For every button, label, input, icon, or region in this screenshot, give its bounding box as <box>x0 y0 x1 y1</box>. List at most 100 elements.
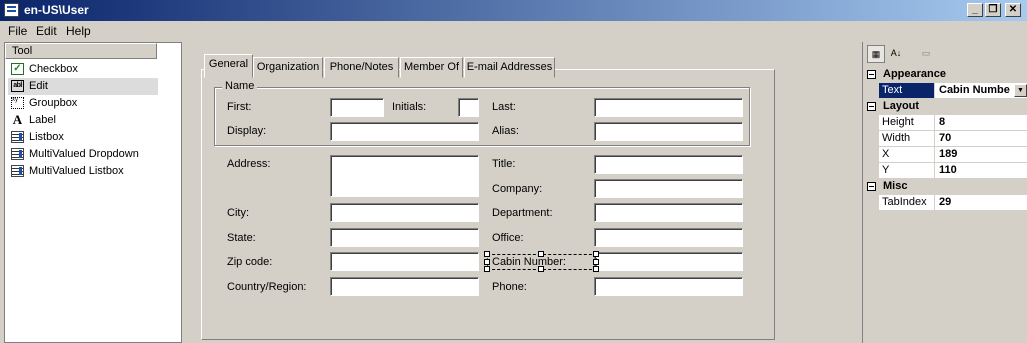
tool-item-label: Checkbox <box>29 63 78 75</box>
property-row-height[interactable]: Height 8 <box>879 115 1027 131</box>
tool-item-label: Groupbox <box>29 97 78 109</box>
resize-handle[interactable] <box>484 251 490 257</box>
property-row-text[interactable]: Text Cabin Numbe ▼ <box>879 83 1027 99</box>
property-name: Height <box>879 115 935 130</box>
restore-button[interactable]: ❐ <box>985 3 1001 17</box>
property-row-y[interactable]: Y 110 <box>879 163 1027 179</box>
title-bar: en-US\User _ ❐ ✕ <box>0 0 1027 21</box>
menu-edit[interactable]: Edit <box>36 24 57 38</box>
category-label: Appearance <box>883 68 946 80</box>
company-field[interactable] <box>594 179 743 198</box>
category-appearance[interactable]: Appearance <box>865 67 1027 83</box>
tool-item-multivalued-listbox[interactable]: MultiValued Listbox <box>8 163 158 180</box>
resize-handle[interactable] <box>593 259 599 265</box>
resize-handle[interactable] <box>538 251 544 257</box>
property-row-x[interactable]: X 189 <box>879 147 1027 163</box>
zip-label: Zip code: <box>227 256 273 268</box>
department-label: Department: <box>492 207 553 219</box>
category-misc[interactable]: Misc <box>865 179 1027 195</box>
menu-file[interactable]: File <box>8 24 27 38</box>
display-field[interactable] <box>330 122 479 141</box>
alias-label: Alias: <box>492 125 519 137</box>
office-field[interactable] <box>594 228 743 247</box>
last-field[interactable] <box>594 98 743 117</box>
tool-item-multivalued-dropdown[interactable]: MultiValued Dropdown <box>8 146 158 163</box>
property-name: Text <box>879 83 935 98</box>
listbox-icon <box>11 131 24 143</box>
multivalued-dropdown-icon <box>11 148 24 160</box>
tab-phone-notes[interactable]: Phone/Notes <box>324 57 399 78</box>
tool-item-groupbox[interactable]: xy Groupbox <box>8 95 158 112</box>
state-label: State: <box>227 232 256 244</box>
last-label: Last: <box>492 101 516 113</box>
first-label: First: <box>227 101 252 113</box>
property-value[interactable]: 8 <box>937 115 1027 130</box>
category-layout[interactable]: Layout <box>865 99 1027 115</box>
alias-field[interactable] <box>594 122 743 141</box>
initials-label: Initials: <box>392 101 427 113</box>
collapse-icon[interactable] <box>867 70 876 79</box>
property-value[interactable]: 29 <box>937 195 1027 210</box>
tool-item-edit[interactable]: abl Edit <box>8 78 158 95</box>
multivalued-listbox-icon <box>11 165 24 177</box>
resize-handle[interactable] <box>484 259 490 265</box>
state-field[interactable] <box>330 228 479 247</box>
country-field[interactable] <box>330 277 479 296</box>
property-grid: ▦ A↓ ▭ Appearance Text Cabin Numbe ▼ Lay… <box>862 42 1027 343</box>
window-title: en-US\User <box>24 3 89 17</box>
property-row-width[interactable]: Width 70 <box>879 131 1027 147</box>
city-field[interactable] <box>330 203 479 222</box>
city-label: City: <box>227 207 249 219</box>
department-field[interactable] <box>594 203 743 222</box>
resize-handle[interactable] <box>593 266 599 272</box>
company-label: Company: <box>492 183 543 195</box>
name-group-label: Name <box>222 80 258 92</box>
office-label: Office: <box>492 232 524 244</box>
tool-item-label: Label <box>29 114 56 126</box>
title-field[interactable] <box>594 155 743 174</box>
phone-label: Phone: <box>492 281 527 293</box>
tool-item-checkbox[interactable]: ✓ Checkbox <box>8 61 158 78</box>
menu-help[interactable]: Help <box>66 24 91 38</box>
tool-item-label: MultiValued Dropdown <box>29 148 139 160</box>
category-label: Layout <box>883 100 920 112</box>
first-field[interactable] <box>330 98 384 117</box>
phone-field[interactable] <box>594 277 743 296</box>
property-value[interactable]: 70 <box>937 131 1027 146</box>
property-name: X <box>879 147 935 162</box>
property-name: TabIndex <box>879 195 935 210</box>
property-row-tabindex[interactable]: TabIndex 29 <box>879 195 1027 211</box>
property-value[interactable]: 110 <box>937 163 1027 178</box>
property-value[interactable]: 189 <box>937 147 1027 162</box>
alphabetical-sort-button[interactable]: A↓ <box>887 45 905 63</box>
address-field[interactable] <box>330 155 479 197</box>
zip-field[interactable] <box>330 252 479 271</box>
country-label: Country/Region: <box>227 281 307 293</box>
tool-item-label: Edit <box>29 80 48 92</box>
tab-email-addresses[interactable]: E-mail Addresses <box>464 57 555 78</box>
resize-handle[interactable] <box>538 266 544 272</box>
initials-field[interactable] <box>458 98 479 117</box>
tool-item-listbox[interactable]: Listbox <box>8 129 158 146</box>
collapse-icon[interactable] <box>867 182 876 191</box>
resize-handle[interactable] <box>593 251 599 257</box>
toolbox-header[interactable]: Tool <box>5 43 157 59</box>
resize-handle[interactable] <box>484 266 490 272</box>
checkbox-icon: ✓ <box>11 63 24 75</box>
app-icon <box>4 3 19 17</box>
tab-member-of[interactable]: Member Of <box>400 57 463 78</box>
tab-general[interactable]: General <box>204 54 253 78</box>
cabin-number-field[interactable] <box>594 252 743 271</box>
tool-item-label[interactable]: A Label <box>8 112 158 129</box>
dropdown-arrow-icon[interactable]: ▼ <box>1014 84 1027 97</box>
address-label: Address: <box>227 158 271 170</box>
tab-organization[interactable]: Organization <box>253 57 323 78</box>
category-label: Misc <box>883 180 908 192</box>
property-pages-button[interactable]: ▭ <box>917 45 935 63</box>
collapse-icon[interactable] <box>867 102 876 111</box>
tool-item-label: Listbox <box>29 131 64 143</box>
edit-icon: abl <box>11 80 24 92</box>
minimize-button[interactable]: _ <box>967 3 983 17</box>
close-button[interactable]: ✕ <box>1005 3 1021 17</box>
categorized-view-button[interactable]: ▦ <box>867 45 885 63</box>
